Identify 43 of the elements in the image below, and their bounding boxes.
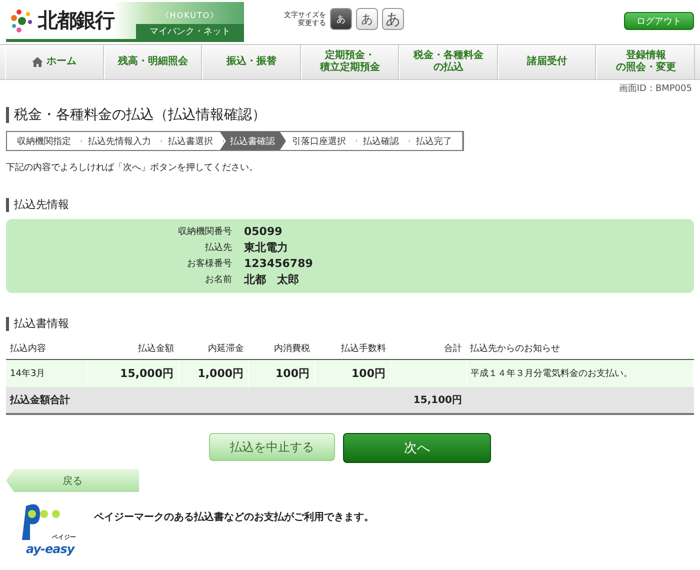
- total-label: 払込金額合計: [10, 395, 70, 406]
- nav-tab[interactable]: 諸届受付: [498, 45, 596, 79]
- home-icon: [32, 57, 44, 67]
- logo-tagline: 《HOKUTO》: [160, 10, 220, 21]
- field-label: 収納機関番号: [177, 226, 232, 239]
- logout-button[interactable]: ログアウト: [624, 12, 694, 30]
- service-name: マイバンク・ネット: [136, 24, 244, 39]
- section-heading: 払込先情報: [6, 198, 694, 212]
- nav-tab[interactable]: 登録情報 の照会・変更: [596, 45, 696, 79]
- field-value: 123456789: [244, 257, 314, 271]
- instruction-text: 下記の内容でよろしければ「次へ」ボタンを押してください。: [6, 162, 259, 174]
- nav-tab[interactable]: 税金・各種料金 の払込: [399, 45, 498, 79]
- field-label: お客様番号: [186, 258, 232, 271]
- section-heading: 払込書情報: [6, 317, 694, 331]
- font-size-button[interactable]: あ: [330, 8, 352, 30]
- nav-tab[interactable]: 定期預金・ 積立定期預金: [300, 45, 400, 79]
- font-size-button[interactable]: あ: [382, 8, 404, 30]
- cancel-button[interactable]: 払込を中止する: [209, 433, 335, 461]
- total-amount: 15,100円: [413, 395, 462, 406]
- screen-id: 画面ID：BMP005: [618, 83, 692, 95]
- logo-text: ay-easy: [26, 542, 74, 556]
- back-button[interactable]: 戻る: [6, 469, 139, 492]
- field-label: お名前: [204, 274, 232, 287]
- font-size-button[interactable]: あ: [356, 8, 378, 30]
- nav-tab[interactable]: ホーム: [5, 45, 104, 79]
- table-cell: 100円: [276, 367, 310, 380]
- table-cell: 15,000円: [120, 367, 174, 380]
- field-value: 北都 太郎: [244, 273, 300, 287]
- pay-easy-message: ペイジーマークのある払込書などのお支払がご利用できます。: [94, 510, 374, 524]
- field-value: 05099: [244, 225, 284, 239]
- table-cell: 100円: [352, 367, 386, 380]
- field-value: 東北電力: [244, 241, 289, 255]
- table-cell: 平成１４年３月分電気料金のお支払い。: [470, 369, 632, 379]
- nav-tab[interactable]: 振込・振替: [202, 45, 301, 79]
- dots-logo-icon: [10, 8, 34, 32]
- bank-name: 北都銀行: [38, 7, 114, 34]
- table-cell: 14年3月: [10, 369, 46, 379]
- table-cell: 1,000円: [198, 367, 244, 380]
- next-button[interactable]: 次へ: [343, 433, 491, 463]
- nav-tab[interactable]: 残高・明細照会: [104, 45, 202, 79]
- field-label: 払込先: [204, 242, 232, 255]
- page-title: 税金・各種料金の払込（払込情報確認）: [6, 107, 694, 123]
- progress-step: 払込書確認: [220, 132, 286, 150]
